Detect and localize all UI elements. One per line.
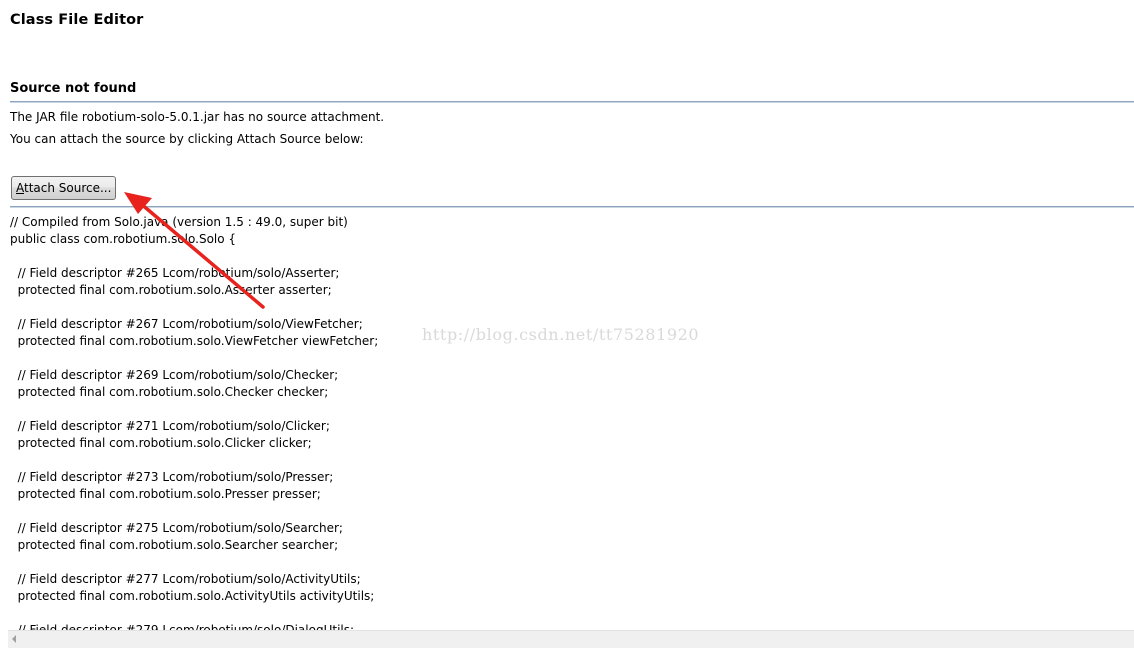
code-line: // Field descriptor #273 Lcom/robotium/s… bbox=[10, 470, 334, 484]
code-line: // Field descriptor #275 Lcom/robotium/s… bbox=[10, 521, 343, 535]
attach-instructions: You can attach the source by clicking At… bbox=[10, 132, 364, 146]
class-file-editor: Class File Editor Source not found The J… bbox=[0, 0, 1134, 650]
attach-source-label: ttach Source... bbox=[24, 181, 112, 195]
code-line: protected final com.robotium.solo.Activi… bbox=[10, 589, 375, 603]
code-line: protected final com.robotium.solo.Clicke… bbox=[10, 436, 312, 450]
code-divider bbox=[10, 206, 1134, 208]
code-line: // Field descriptor #279 Lcom/robotium/s… bbox=[10, 623, 355, 630]
no-source-message: The JAR file robotium-solo-5.0.1.jar has… bbox=[10, 110, 385, 124]
bytecode-listing[interactable]: // Compiled from Solo.java (version 1.5 … bbox=[10, 214, 1110, 630]
code-line: // Field descriptor #265 Lcom/robotium/s… bbox=[10, 266, 340, 280]
watermark-text: http://blog.csdn.net/tt75281920 bbox=[422, 325, 700, 344]
code-line: protected final com.robotium.solo.Assert… bbox=[10, 283, 332, 297]
code-line: public class com.robotium.solo.Solo { bbox=[10, 232, 237, 246]
scrollbar-thumb[interactable] bbox=[26, 633, 1130, 645]
code-line: protected final com.robotium.solo.Presse… bbox=[10, 487, 321, 501]
arrow-head-icon bbox=[124, 192, 152, 214]
code-line: // Field descriptor #269 Lcom/robotium/s… bbox=[10, 368, 339, 382]
code-line: // Field descriptor #277 Lcom/robotium/s… bbox=[10, 572, 361, 586]
horizontal-scrollbar[interactable] bbox=[8, 630, 1134, 648]
heading-divider bbox=[10, 101, 1134, 103]
code-line: protected final com.robotium.solo.Checke… bbox=[10, 385, 329, 399]
code-line: protected final com.robotium.solo.Search… bbox=[10, 538, 339, 552]
code-line: // Field descriptor #271 Lcom/robotium/s… bbox=[10, 419, 330, 433]
scroll-left-arrow-icon[interactable] bbox=[12, 635, 16, 643]
source-not-found-heading: Source not found bbox=[10, 81, 137, 96]
attach-source-mnemonic: A bbox=[16, 181, 24, 195]
attach-source-button[interactable]: Attach Source... bbox=[11, 176, 117, 200]
editor-title: Class File Editor bbox=[10, 12, 144, 28]
code-line: // Compiled from Solo.java (version 1.5 … bbox=[10, 215, 348, 229]
